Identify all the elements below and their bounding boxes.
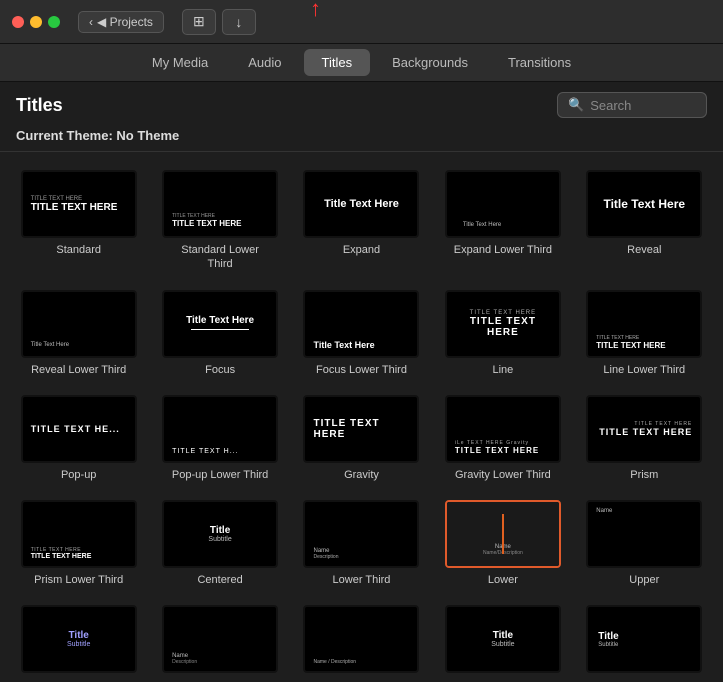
minimize-button[interactable] [30, 16, 42, 28]
item-label: Reveal Lower Third [31, 363, 126, 377]
close-button[interactable] [12, 16, 24, 28]
list-item[interactable]: TITLE TEXT HE... Pop-up [8, 387, 149, 492]
item-label: Lower Third [333, 573, 391, 587]
toolbar-icons: ⊞ ↓ [182, 9, 256, 35]
search-icon: 🔍 [568, 97, 584, 113]
list-item[interactable]: Name / Description [291, 597, 432, 682]
list-item[interactable]: Title Subtitle [432, 597, 573, 682]
title-bar: ‹ ◀ Projects ⊞ ↓ ↓ [0, 0, 723, 44]
list-item[interactable]: TITLE TEXT H... Pop-up Lower Third [149, 387, 290, 492]
item-label: Gravity Lower Third [455, 468, 551, 482]
list-item[interactable]: TITLE TEXT HERE TITLE TEXT HERE Standard [8, 162, 149, 282]
media-icon-button[interactable]: ⊞ [182, 9, 216, 35]
item-label: Line [492, 363, 513, 377]
item-label: Upper [629, 573, 659, 587]
tab-titles[interactable]: Titles [304, 49, 371, 76]
list-item[interactable]: Title Text Here Expand [291, 162, 432, 282]
tab-my-media[interactable]: My Media [134, 49, 226, 76]
item-label: Prism [630, 468, 658, 482]
list-item[interactable]: Title Text Here Focus [149, 282, 290, 387]
theme-label: Current Theme: No Theme [0, 126, 723, 152]
search-box[interactable]: 🔍 [557, 92, 707, 118]
projects-button[interactable]: ‹ ◀ Projects [78, 11, 164, 33]
item-label: Pop-up [61, 468, 96, 482]
item-label: Standard LowerThird [181, 243, 259, 272]
list-item[interactable]: Title Text Here Focus Lower Third [291, 282, 432, 387]
tab-backgrounds[interactable]: Backgrounds [374, 49, 486, 76]
item-label: Lower [488, 573, 518, 587]
list-item[interactable]: TITLE TEXT HERE TITLE TEXT HERE Prism Lo… [8, 492, 149, 597]
item-label: Gravity [344, 468, 379, 482]
chevron-left-icon: ‹ [89, 15, 93, 29]
item-label: Pop-up Lower Third [172, 468, 268, 482]
nav-tabs: My Media Audio Titles Backgrounds Transi… [0, 44, 723, 82]
list-item[interactable]: Name Description Lower Third [291, 492, 432, 597]
item-label: Expand Lower Third [454, 243, 552, 257]
list-item[interactable]: Name Upper [574, 492, 715, 597]
item-label: Reveal [627, 243, 661, 257]
tab-audio[interactable]: Audio [230, 49, 299, 76]
list-item[interactable]: Name Description [149, 597, 290, 682]
list-item[interactable]: Title Text Here Reveal Lower Third [8, 282, 149, 387]
tab-transitions[interactable]: Transitions [490, 49, 589, 76]
list-item[interactable]: TITLE TEXT HERE Gravity [291, 387, 432, 492]
item-label: Prism Lower Third [34, 573, 123, 587]
list-item[interactable]: TITLE TEXT HERE TITLE TEXT HERE Line Low… [574, 282, 715, 387]
item-label: Focus [205, 363, 235, 377]
download-icon-button[interactable]: ↓ [222, 9, 256, 35]
content-header: Titles 🔍 [0, 82, 723, 126]
search-input[interactable] [590, 98, 690, 113]
list-item[interactable]: TITLE TEXT HERE TITLE TEXT HERE Prism [574, 387, 715, 492]
list-item[interactable]: Name Name/Description Lower [432, 492, 573, 597]
list-item[interactable]: Title Subtitle [8, 597, 149, 682]
content-area: Titles 🔍 Current Theme: No Theme TITLE T… [0, 82, 723, 682]
item-label: Focus Lower Third [316, 363, 407, 377]
item-label: Expand [343, 243, 380, 257]
item-label: Line Lower Third [603, 363, 685, 377]
list-item[interactable]: Title Text Here Expand Lower Third [432, 162, 573, 282]
projects-label: ◀ Projects [97, 15, 153, 29]
red-arrow-indicator: ↓ [310, 0, 321, 24]
item-label: Centered [197, 573, 242, 587]
list-item[interactable]: Title Text Here Reveal [574, 162, 715, 282]
list-item[interactable]: iLe TEXT HERE Gravity TITLE TEXT HERE Gr… [432, 387, 573, 492]
titles-grid: TITLE TEXT HERE TITLE TEXT HERE Standard… [0, 162, 723, 682]
list-item[interactable]: TITLE TEXT HERE TITLE TEXT HERE Line [432, 282, 573, 387]
list-item[interactable]: Title Subtitle Centered [149, 492, 290, 597]
item-label: Standard [56, 243, 101, 257]
maximize-button[interactable] [48, 16, 60, 28]
page-title: Titles [16, 95, 63, 116]
list-item[interactable]: TITLE TEXT HERE TITLE TEXT HERE Standard… [149, 162, 290, 282]
traffic-lights [12, 16, 60, 28]
list-item[interactable]: Title Subtitle [574, 597, 715, 682]
